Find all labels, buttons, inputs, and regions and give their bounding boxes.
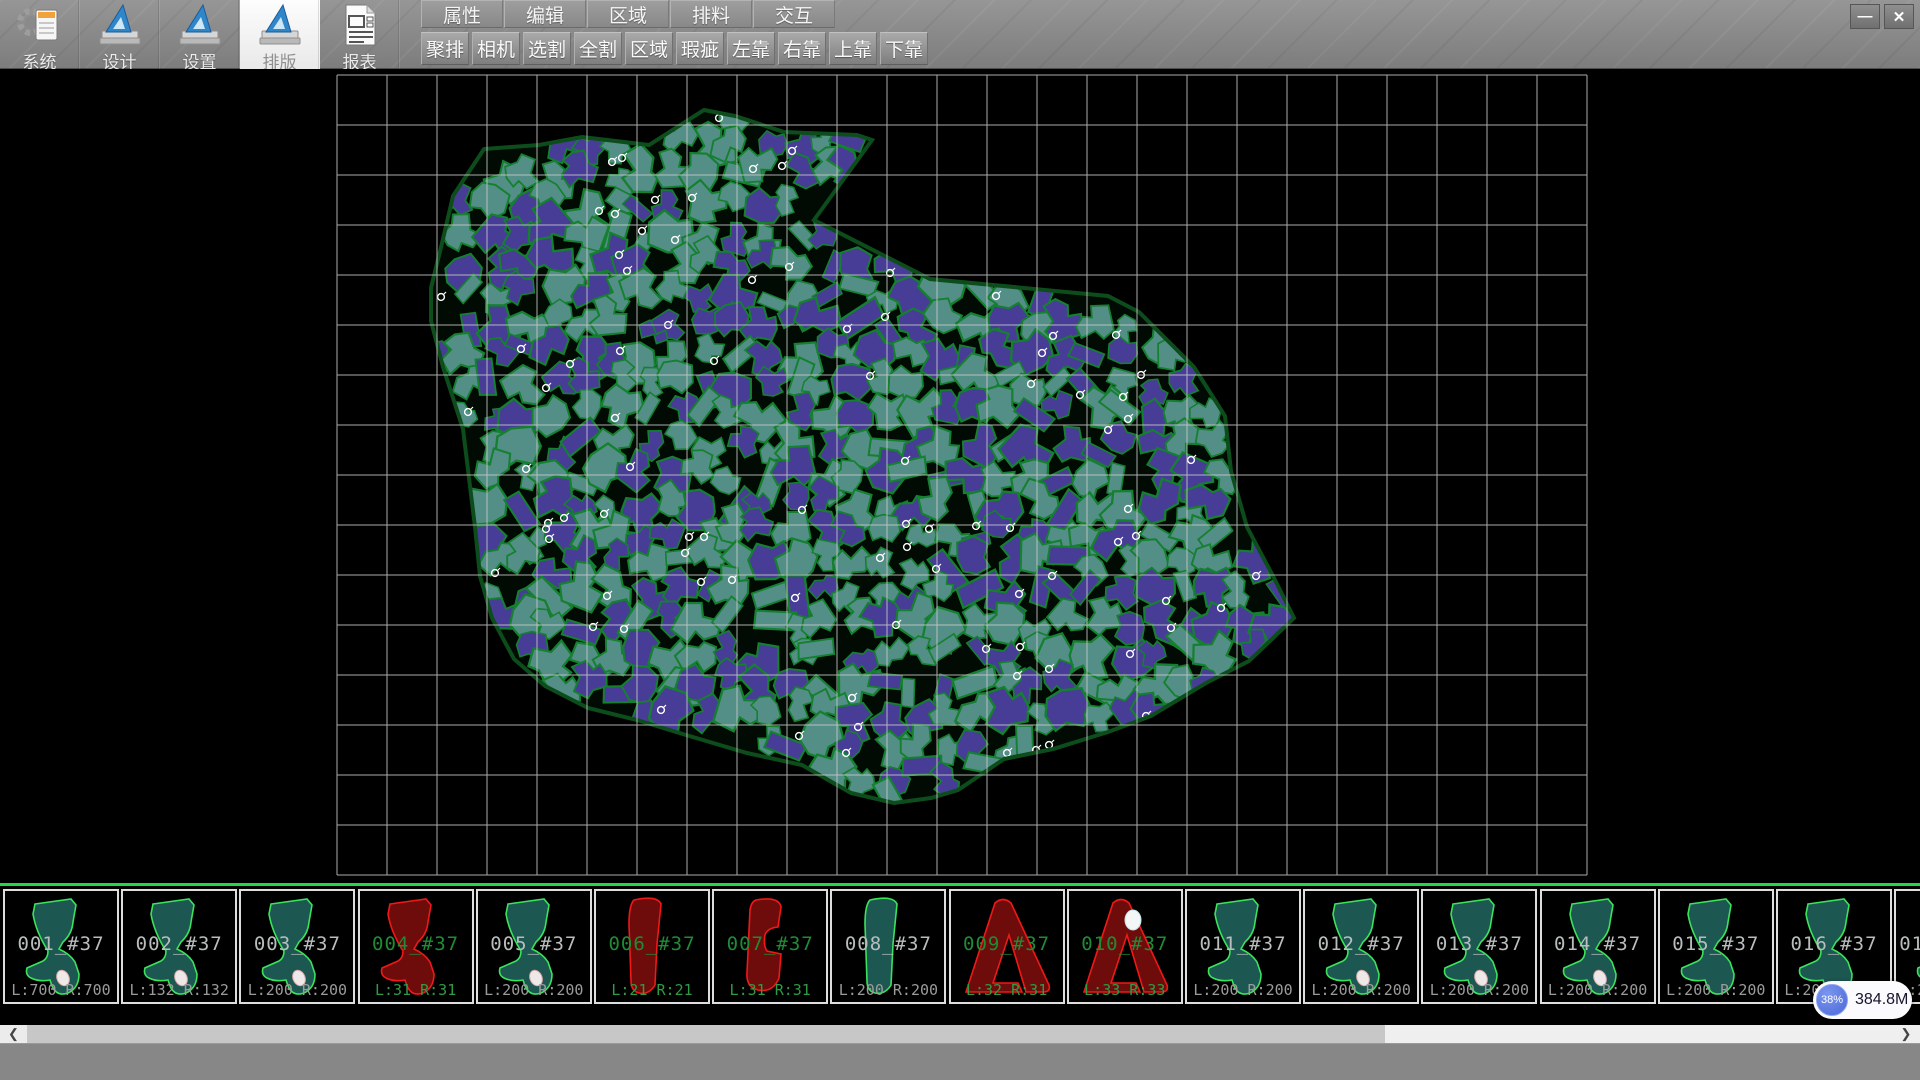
tool-button-右靠[interactable]: 右靠 xyxy=(778,32,826,65)
piece-name-label: 005_#37 xyxy=(478,933,590,955)
menu-item-交互[interactable]: 交互 xyxy=(753,0,835,28)
piece-name-label: 013_#37 xyxy=(1423,933,1535,955)
tool-button-左靠[interactable]: 左靠 xyxy=(727,32,775,65)
piece-thumbnail-003_#37[interactable]: 003_#37 L:200 R:200 xyxy=(239,889,355,1004)
setsquare-icon xyxy=(94,2,146,48)
memory-label: 384.8M xyxy=(1855,991,1908,1009)
piece-name-label: 008_#37 xyxy=(832,933,944,955)
piece-name-label: 016_#37 xyxy=(1778,933,1890,955)
piece-thumbnail-010_#37[interactable]: 010_#37 L:33 R:33 xyxy=(1067,889,1183,1004)
gear-notepad-icon xyxy=(14,2,66,48)
piece-name-label: 011_#37 xyxy=(1187,933,1299,955)
menu-item-属性[interactable]: 属性 xyxy=(421,0,503,28)
tool-bar: 聚排相机选割全割区域瑕疵左靠右靠上靠下靠 xyxy=(421,32,931,66)
piece-name-label: 007_#37 xyxy=(714,933,826,955)
horizontal-scrollbar[interactable]: ❮ ❯ xyxy=(0,1025,1920,1043)
piece-name-label: 012_#37 xyxy=(1305,933,1417,955)
progress-badge: 38% 384.8M xyxy=(1813,981,1912,1019)
tab-排版[interactable]: 排版 xyxy=(240,0,320,69)
window-controls: — ✕ xyxy=(1850,4,1914,29)
piece-name-label: 003_#37 xyxy=(241,933,353,955)
tab-系统[interactable]: 系统 xyxy=(0,0,80,69)
piece-thumbnail-004_#37[interactable]: 004_#37 L:31 R:31 xyxy=(358,889,474,1004)
piece-lr-label: L:132 R:132 xyxy=(123,981,235,999)
piece-thumbnail-006_#37[interactable]: 006_#37 L:21 R:21 xyxy=(594,889,710,1004)
minimize-button[interactable]: — xyxy=(1850,4,1880,29)
hide-layout-drawing xyxy=(0,69,1920,883)
piece-name-label: 006_#37 xyxy=(596,933,708,955)
menu-item-区域[interactable]: 区域 xyxy=(587,0,669,28)
piece-lr-label: L:21 R:21 xyxy=(596,981,708,999)
tool-button-上靠[interactable]: 上靠 xyxy=(829,32,877,65)
piece-name-label: 002_#37 xyxy=(123,933,235,955)
piece-thumbnail-015_#37[interactable]: 015_#37 L:200 R:200 xyxy=(1658,889,1774,1004)
piece-name-label: 010_#37 xyxy=(1069,933,1181,955)
menu-bar: 属性编辑区域排料交互 xyxy=(421,0,836,29)
pieces-filmstrip: 001_#37L:700 R:700002_#37L:132 R:132003_… xyxy=(0,883,1920,1025)
tab-设置[interactable]: 设置 xyxy=(160,0,240,69)
piece-thumbnail-007_#37[interactable]: 007_#37 L:31 R:31 xyxy=(712,889,828,1004)
scroll-left-button[interactable]: ❮ xyxy=(0,1025,27,1043)
piece-lr-label: L:200 R:200 xyxy=(478,981,590,999)
piece-name-label: 015_#37 xyxy=(1660,933,1772,955)
piece-lr-label: L:200 R:200 xyxy=(1305,981,1417,999)
piece-thumbnail-013_#37[interactable]: 013_#37 L:200 R:200 xyxy=(1421,889,1537,1004)
menu-item-排料[interactable]: 排料 xyxy=(670,0,752,28)
piece-thumbnail-005_#37[interactable]: 005_#37 L:200 R:200 xyxy=(476,889,592,1004)
scroll-right-button[interactable]: ❯ xyxy=(1894,1025,1918,1043)
piece-lr-label: L:200 R:200 xyxy=(1423,981,1535,999)
piece-name-label: 017 xyxy=(1896,933,1920,955)
piece-lr-label: L:200 R:200 xyxy=(1660,981,1772,999)
application-window: 系统设计设置排版报表 属性编辑区域排料交互 聚排相机选割全割区域瑕疵左靠右靠上靠… xyxy=(0,0,1920,1080)
title-toolbar: 系统设计设置排版报表 属性编辑区域排料交互 聚排相机选割全割区域瑕疵左靠右靠上靠… xyxy=(0,0,1920,69)
setsquare-icon xyxy=(174,2,226,48)
piece-lr-label: L:31 R:31 xyxy=(360,981,472,999)
piece-thumbnail-009_#37[interactable]: 009_#37 L:32 R:31 xyxy=(949,889,1065,1004)
piece-name-label: 001_#37 xyxy=(5,933,117,955)
nesting-canvas[interactable] xyxy=(0,69,1920,883)
piece-thumbnail-002_#37[interactable]: 002_#37 L:132 R:132 xyxy=(121,889,237,1004)
module-tabs: 系统设计设置排版报表 xyxy=(0,0,400,69)
status-bar xyxy=(0,1043,1920,1080)
piece-thumbnail-012_#37[interactable]: 012_#37 L:200 R:200 xyxy=(1303,889,1419,1004)
piece-lr-label: L:200 R:200 xyxy=(832,981,944,999)
progress-percent: 38% xyxy=(1816,984,1848,1016)
piece-name-label: 009_#37 xyxy=(951,933,1063,955)
piece-name-label: 014_#37 xyxy=(1542,933,1654,955)
piece-lr-label: L:33 R:33 xyxy=(1069,981,1181,999)
tool-button-区域[interactable]: 区域 xyxy=(625,32,673,65)
piece-thumbnail-001_#37[interactable]: 001_#37 L:700 R:700 xyxy=(3,889,119,1004)
piece-lr-label: L:200 R:200 xyxy=(1187,981,1299,999)
menu-item-编辑[interactable]: 编辑 xyxy=(504,0,586,28)
setsquare-icon xyxy=(254,2,306,48)
piece-lr-label: L:200 R:200 xyxy=(1542,981,1654,999)
filmstrip-divider xyxy=(0,883,1920,886)
piece-name-label: 004_#37 xyxy=(360,933,472,955)
piece-lr-label: L:200 R:200 xyxy=(241,981,353,999)
close-button[interactable]: ✕ xyxy=(1884,4,1914,29)
tool-button-选割[interactable]: 选割 xyxy=(523,32,571,65)
scrollbar-thumb[interactable] xyxy=(27,1025,1385,1043)
report-doc-icon xyxy=(334,2,386,48)
tool-button-瑕疵[interactable]: 瑕疵 xyxy=(676,32,724,65)
tool-button-相机[interactable]: 相机 xyxy=(472,32,520,65)
piece-lr-label: L:31 R:31 xyxy=(714,981,826,999)
piece-lr-label: L:32 R:31 xyxy=(951,981,1063,999)
tab-设计[interactable]: 设计 xyxy=(80,0,160,69)
piece-thumbnail-011_#37[interactable]: 011_#37 L:200 R:200 xyxy=(1185,889,1301,1004)
piece-thumbnail-014_#37[interactable]: 014_#37 L:200 R:200 xyxy=(1540,889,1656,1004)
piece-lr-label: L:700 R:700 xyxy=(5,981,117,999)
tab-报表[interactable]: 报表 xyxy=(320,0,400,69)
tool-button-聚排[interactable]: 聚排 xyxy=(421,32,469,65)
piece-thumbnail-008_#37[interactable]: 008_#37 L:200 R:200 xyxy=(830,889,946,1004)
tool-button-下靠[interactable]: 下靠 xyxy=(880,32,928,65)
tool-button-全割[interactable]: 全割 xyxy=(574,32,622,65)
